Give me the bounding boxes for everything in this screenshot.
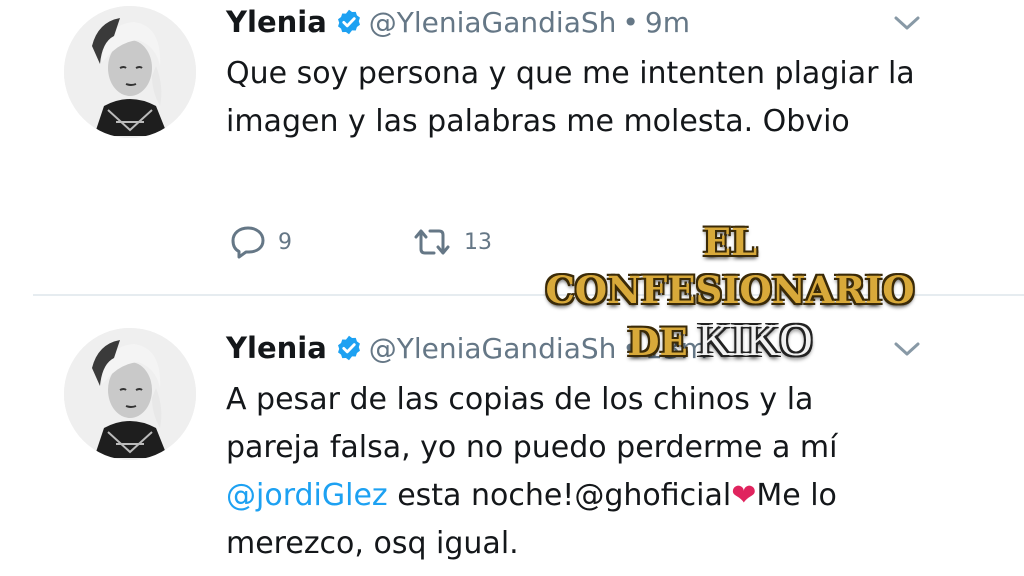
chevron-down-icon[interactable] <box>893 14 921 32</box>
avatar[interactable] <box>64 6 196 138</box>
watermark-logo: EL CONFESIONARIO DE KIKO <box>530 218 930 365</box>
watermark-line-2: DE KIKO <box>510 314 930 368</box>
tweet-text: Que soy persona y que me intenten plagia… <box>226 56 915 139</box>
tweet-header: Ylenia @YleniaGandiaSh • 9m <box>226 2 690 42</box>
watermark-de: DE <box>627 320 688 364</box>
user-handle[interactable]: @YleniaGandiaSh <box>369 6 617 39</box>
tweet-text-part: esta noche!@ghoficial <box>387 478 732 513</box>
retweet-button[interactable]: 13 <box>412 222 492 262</box>
reply-count: 9 <box>278 229 292 255</box>
tweet-text: A pesar de las copias de los chinos y la… <box>226 376 916 568</box>
tweet-text-part: A pesar de las copias de los chinos y la… <box>226 382 838 465</box>
reply-button[interactable]: 9 <box>230 222 292 262</box>
watermark-line-1: EL CONFESIONARIO <box>545 220 915 312</box>
display-name[interactable]: Ylenia <box>226 331 327 365</box>
separator-dot: • <box>622 5 639 39</box>
retweet-count: 13 <box>464 229 492 255</box>
display-name[interactable]: Ylenia <box>226 5 327 39</box>
mention-link[interactable]: @jordiGlez <box>226 478 388 513</box>
retweet-icon <box>414 229 450 255</box>
watermark-kiko: KIKO <box>697 314 813 365</box>
avatar[interactable] <box>64 328 196 460</box>
heart-emoji: ❤ <box>731 478 757 513</box>
verified-badge-icon <box>337 335 360 361</box>
reply-icon <box>231 226 265 259</box>
timestamp[interactable]: 9m <box>645 6 690 39</box>
verified-badge-icon <box>337 9 360 35</box>
